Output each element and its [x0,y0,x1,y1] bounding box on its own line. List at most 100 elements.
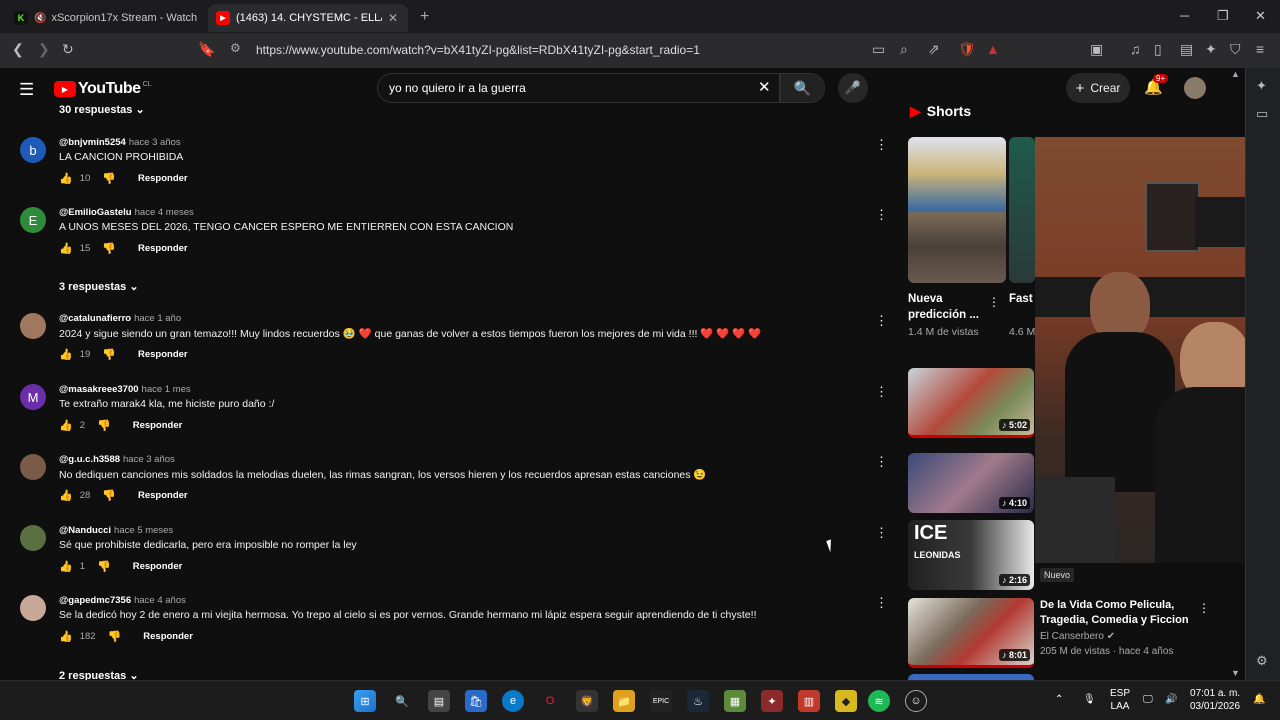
reply-button[interactable]: Responder [133,561,183,572]
brave-rewards-icon[interactable]: ▲ [986,41,1000,57]
video-title[interactable]: De la Vida Como Pelicula, Tragedia, Come… [1040,598,1190,628]
more-options-icon[interactable]: ⋮ [875,525,888,541]
video-thumbnail[interactable]: ICE LEONIDAS ♪ 2:16 [908,520,1034,590]
reload-icon[interactable]: ↻ [62,41,74,58]
edge-icon[interactable]: e [502,690,524,712]
avatar[interactable] [20,454,46,480]
media-icon[interactable]: ♫ [1130,41,1141,57]
task-view-icon[interactable]: ▤ [428,690,450,712]
app-icon[interactable]: ◆ [835,690,857,712]
like-icon[interactable]: 👍 [59,489,73,502]
tray-chevron-icon[interactable]: ⌃ [1055,693,1063,706]
dislike-icon[interactable]: 👎 [102,489,116,502]
avatar[interactable]: b [20,137,46,163]
brave-icon[interactable]: 🦁 [576,690,598,712]
more-options-icon[interactable]: ⋮ [988,295,1000,309]
scroll-down-icon[interactable]: ▼ [1231,668,1240,678]
more-options-icon[interactable]: ⋮ [875,595,888,611]
dislike-icon[interactable]: 👎 [97,560,111,573]
winrar-icon[interactable]: ▥ [798,690,820,712]
voice-search-button[interactable]: 🎤 [838,73,868,103]
steam-icon[interactable]: ♨ [687,690,709,712]
comment-author[interactable]: @g.u.c.h3588 hace 3 años [59,454,175,465]
menu-icon[interactable]: ≡ [1256,41,1264,57]
more-options-icon[interactable]: ⋮ [875,454,888,470]
reply-button[interactable]: Responder [138,490,188,501]
short-title[interactable]: Fast furio [1009,291,1035,307]
discord-icon[interactable]: ☺ [905,690,927,712]
leo-icon[interactable]: ✦ [1256,78,1267,94]
cast-icon[interactable]: ▭ [872,41,885,58]
clock[interactable]: 07:01 a. m. 03/01/2026 [1190,687,1240,713]
short-thumbnail[interactable] [1009,137,1035,283]
comment-author[interactable]: @Nanducci hace 5 meses [59,525,173,536]
comment-author[interactable]: @gapedmc7356 hace 4 años [59,595,186,606]
more-options-icon[interactable]: ⋮ [875,137,888,153]
channel-name[interactable]: El Canserbero ✔ [1040,631,1115,642]
new-tab-button[interactable]: + [420,8,429,26]
sidebar-icon[interactable]: ▯ [1154,41,1162,58]
avatar[interactable]: E [20,207,46,233]
dislike-icon[interactable]: 👎 [108,630,122,643]
like-icon[interactable]: 👍 [59,242,73,255]
store-icon[interactable]: 🛍 [465,690,487,712]
game-icon[interactable]: ✦ [761,690,783,712]
account-avatar[interactable] [1184,77,1206,99]
panel-icon[interactable]: ▭ [1256,106,1268,122]
short-thumbnail[interactable] [908,137,1006,283]
dislike-icon[interactable]: 👎 [102,348,116,361]
language-indicator[interactable]: ESP LAA [1110,687,1130,713]
reply-button[interactable]: Responder [143,631,193,642]
clear-search-icon[interactable]: ✕ [758,78,771,96]
like-icon[interactable]: 👍 [59,560,73,573]
create-button[interactable]: + Crear [1066,73,1130,103]
windows-start-icon[interactable]: ⊞ [354,690,376,712]
reply-button[interactable]: Responder [138,173,188,184]
tab-kick-stream[interactable]: K 🔇 xScorpion17x Stream - Watch Liv [6,4,206,32]
address-bar[interactable]: https://www.youtube.com/watch?v=bX41tyZI… [222,37,1012,63]
video-thumbnail[interactable]: ♪ 4:10 [908,453,1034,513]
video-thumbnail[interactable]: ♪ 5:02 [908,368,1034,438]
avatar[interactable] [20,525,46,551]
sidebar-toggle-icon[interactable]: ▣ [1090,41,1103,58]
more-options-icon[interactable]: ⋮ [875,207,888,223]
settings-icon[interactable]: ⚙ [1256,653,1268,669]
zoom-icon[interactable]: ⌕ [900,41,908,58]
close-window-icon[interactable]: ✕ [1255,8,1266,24]
share-icon[interactable]: ⇗ [928,41,940,58]
forward-icon[interactable]: ❯ [38,41,50,58]
avatar[interactable] [20,313,46,339]
more-options-icon[interactable]: ⋮ [875,384,888,400]
dislike-icon[interactable]: 👎 [97,419,111,432]
replies-toggle[interactable]: 3 respuestas ⌄ [59,280,139,293]
opera-icon[interactable]: O [539,690,561,712]
search-button[interactable]: 🔍 [780,73,825,103]
scroll-up-icon[interactable]: ▲ [1231,69,1240,79]
epic-games-icon[interactable]: EPIC [650,690,672,712]
dislike-icon[interactable]: 👎 [102,172,116,185]
replies-toggle[interactable]: 30 respuestas ⌄ [59,103,145,116]
comment-author[interactable]: @bnjvmin5254 hace 3 años [59,137,181,148]
close-tab-icon[interactable]: ✕ [386,11,400,25]
like-icon[interactable]: 👍 [59,172,73,185]
search-input[interactable]: yo no quiero ir a la guerra [377,73,780,103]
like-icon[interactable]: 👍 [59,419,73,432]
more-options-icon[interactable]: ⋮ [875,313,888,329]
avatar[interactable]: M [20,384,46,410]
search-icon[interactable]: 🔍 [391,690,413,712]
network-icon[interactable]: 🖵 [1143,693,1153,706]
brave-shield-icon[interactable]: 🛡 [958,41,976,58]
more-options-icon[interactable]: ⋮ [1198,601,1210,615]
volume-icon[interactable]: 🔊 [1165,693,1177,706]
bookmark-icon[interactable]: 🔖 [198,41,215,58]
like-icon[interactable]: 👍 [59,630,73,643]
leo-icon[interactable]: ✦ [1205,41,1217,58]
reply-button[interactable]: Responder [133,420,183,431]
short-title[interactable]: Nueva predicción ... [908,291,982,323]
hamburger-icon[interactable]: ☰ [19,80,34,100]
notification-center-icon[interactable]: 🔔 [1253,693,1265,706]
vpn-icon[interactable]: ⛉ [1230,41,1241,58]
minecraft-icon[interactable]: ▦ [724,690,746,712]
spotify-icon[interactable]: ≋ [868,690,890,712]
comment-author[interactable]: @masakreee3700 hace 1 mes [59,384,191,395]
